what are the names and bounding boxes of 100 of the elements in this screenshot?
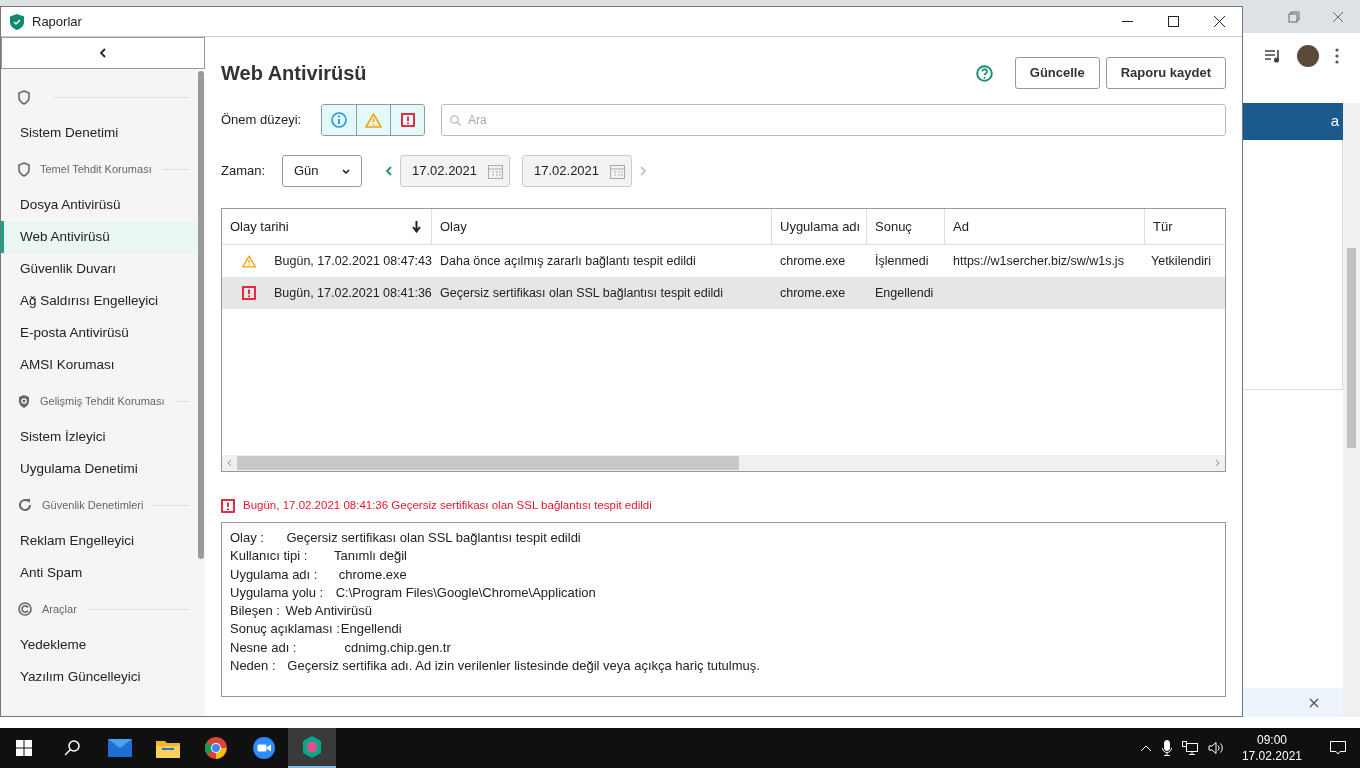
sidebar-item[interactable]: Reklam Engelleyici — [1, 525, 205, 557]
browser-icon — [205, 737, 227, 759]
detail-value: Geçersiz sertifika adı. Ad izin verilenler listesinde değil veya açıkça hariç tutulmuş. — [287, 657, 760, 676]
detail-label: Olay : — [230, 529, 264, 547]
shield-icon — [10, 13, 24, 30]
severity-toggle[interactable] — [322, 105, 356, 135]
sidebar-item[interactable]: Sistem İzleyici — [1, 421, 205, 453]
close-icon[interactable] — [1309, 697, 1319, 708]
chevron-right-icon[interactable] — [1215, 459, 1220, 467]
info-icon — [331, 112, 347, 128]
horizontal-scrollbar[interactable] — [222, 455, 1225, 471]
error-icon — [400, 113, 415, 127]
scrollbar[interactable] — [1343, 103, 1360, 717]
filter-label: Önem düzeyi: — [221, 111, 303, 130]
clock-date[interactable]: 17.02.2021 — [1241, 748, 1302, 764]
video-camera-icon — [253, 737, 275, 759]
help-icon[interactable] — [975, 64, 993, 82]
table-cell-text: İşlenmedi — [875, 252, 929, 270]
detail-label: Kullanıcı tipi : — [230, 547, 308, 566]
restore-icon[interactable] — [1288, 10, 1300, 23]
period-dropdown[interactable]: Gün — [282, 155, 362, 187]
date-field[interactable]: 17.02.2021 — [400, 155, 510, 187]
grid-icon — [16, 740, 32, 756]
detail-label: Uygulama adı : — [230, 565, 318, 584]
shield-icon — [18, 393, 30, 409]
avatar[interactable] — [1297, 45, 1319, 67]
maximize-icon — [1167, 16, 1179, 27]
sidebar-item[interactable]: AMSI Koruması — [1, 349, 205, 381]
table-row[interactable]: Bugün, 17.02.2021 08:41:36 Geçersiz sertifikası olan SSL bağlantısı tespit edildi chrome.exe Engellendi — [222, 277, 1225, 309]
section-title: Gelişmiş Tehdit Koruması — [40, 393, 165, 409]
detail-value: cdnimg.chip.gen.tr — [344, 638, 451, 657]
window-title: Raporlar — [32, 12, 82, 31]
section-title: Güvenlik Denetimleri — [42, 497, 144, 513]
envelope-icon — [108, 739, 132, 757]
chevron-up-icon[interactable] — [1139, 744, 1152, 752]
table-cell-text: chrome.exe — [780, 252, 846, 270]
section-title: Temel Tehdit Koruması — [40, 161, 152, 177]
detail-value: chrome.exe — [338, 565, 407, 584]
scrollbar[interactable] — [198, 71, 204, 559]
close-icon[interactable] — [1332, 10, 1344, 23]
table-cell-text: https://w1sercher.biz/sw/w1s.js — [953, 252, 1124, 270]
sidebar-item[interactable]: Güvenlik Duvarı — [1, 253, 205, 285]
banner-text: a — [1330, 111, 1339, 132]
close-icon — [1213, 16, 1225, 27]
severity-toggle[interactable] — [356, 105, 390, 135]
sidebar-item[interactable]: Yazılım Güncelleyici — [1, 661, 205, 693]
shield-icon — [18, 161, 30, 177]
warning-icon — [365, 112, 382, 128]
column-header[interactable]: Tür — [1145, 209, 1224, 244]
chevron-left-icon[interactable] — [386, 166, 392, 176]
toolbar-button[interactable]: Güncelle — [1014, 57, 1100, 89]
folder-icon — [156, 738, 180, 758]
chevron-down-icon — [342, 168, 350, 174]
minimize-icon — [1121, 21, 1133, 22]
date-field[interactable]: 17.02.2021 — [522, 155, 632, 187]
chevron-left-icon[interactable] — [227, 459, 232, 467]
arrow-down-icon — [412, 220, 421, 233]
table-cell-text: Bugün, 17.02.2021 08:47:43 — [274, 252, 432, 270]
playlist-icon[interactable] — [1265, 49, 1281, 63]
table-cell-text: Bugün, 17.02.2021 08:41:36 — [274, 284, 432, 302]
clock-time[interactable]: 09:00 — [1256, 732, 1287, 748]
detail-label: Nesne adı : — [230, 638, 297, 657]
severity-toggle[interactable] — [390, 105, 424, 135]
more-icon[interactable] — [1335, 48, 1339, 64]
detail-label: Uygulama yolu : — [230, 583, 324, 602]
sidebar-item[interactable]: Yedekleme — [1, 629, 205, 661]
calendar-icon — [610, 163, 625, 179]
column-header[interactable]: Uygulama adı — [772, 209, 867, 244]
detail-value: C:\Program Files\Google\Chrome\Application — [335, 583, 596, 602]
detail-value: Web Antivirüsü — [285, 602, 372, 621]
search-icon — [450, 115, 461, 126]
column-header[interactable]: Olay — [432, 209, 772, 244]
sidebar-item[interactable]: E-posta Antivirüsü — [1, 317, 205, 349]
detail-label: Sonuç açıklaması : — [230, 620, 340, 639]
refresh-icon — [18, 498, 32, 512]
network-icon[interactable] — [1181, 741, 1198, 755]
sidebar-item[interactable]: Web Antivirüsü — [1, 221, 205, 253]
detail-value: Tanımlı değil — [334, 547, 407, 566]
shield-icon — [302, 736, 322, 758]
table-cell-text: Yetkilendiri — [1151, 252, 1211, 270]
page-title: Web Antivirüsü — [221, 61, 367, 86]
column-header[interactable]: Olay tarihi — [222, 209, 432, 244]
sidebar-item[interactable]: Uygulama Denetimi — [1, 453, 205, 485]
notification-icon[interactable] — [1330, 740, 1346, 756]
section-title: Araçlar — [42, 601, 77, 617]
sidebar-item[interactable]: Ağ Saldırısı Engelleyici — [1, 285, 205, 317]
sidebar-item[interactable]: Anti Spam — [1, 557, 205, 589]
sidebar-item[interactable]: Dosya Antivirüsü — [1, 189, 205, 221]
sidebar-item[interactable]: Sistem Denetimi — [1, 117, 205, 149]
detail-label: Bileşen : — [230, 602, 280, 621]
microphone-icon[interactable] — [1161, 740, 1172, 756]
detail-label: Neden : — [230, 657, 276, 676]
chevron-left-icon — [100, 48, 106, 58]
collapse-button[interactable] — [1, 37, 205, 69]
details-heading: Bugün, 17.02.2021 08:41:36 Geçersiz sertifikası olan SSL bağlantısı tespit edildi — [243, 498, 652, 514]
column-header[interactable]: Sonuç — [867, 209, 945, 244]
speaker-icon[interactable] — [1207, 741, 1224, 755]
toolbar-button[interactable]: Raporu kaydet — [1105, 57, 1226, 89]
search-field[interactable]: Ara — [441, 104, 1226, 136]
column-header[interactable]: Ad — [945, 209, 1145, 244]
